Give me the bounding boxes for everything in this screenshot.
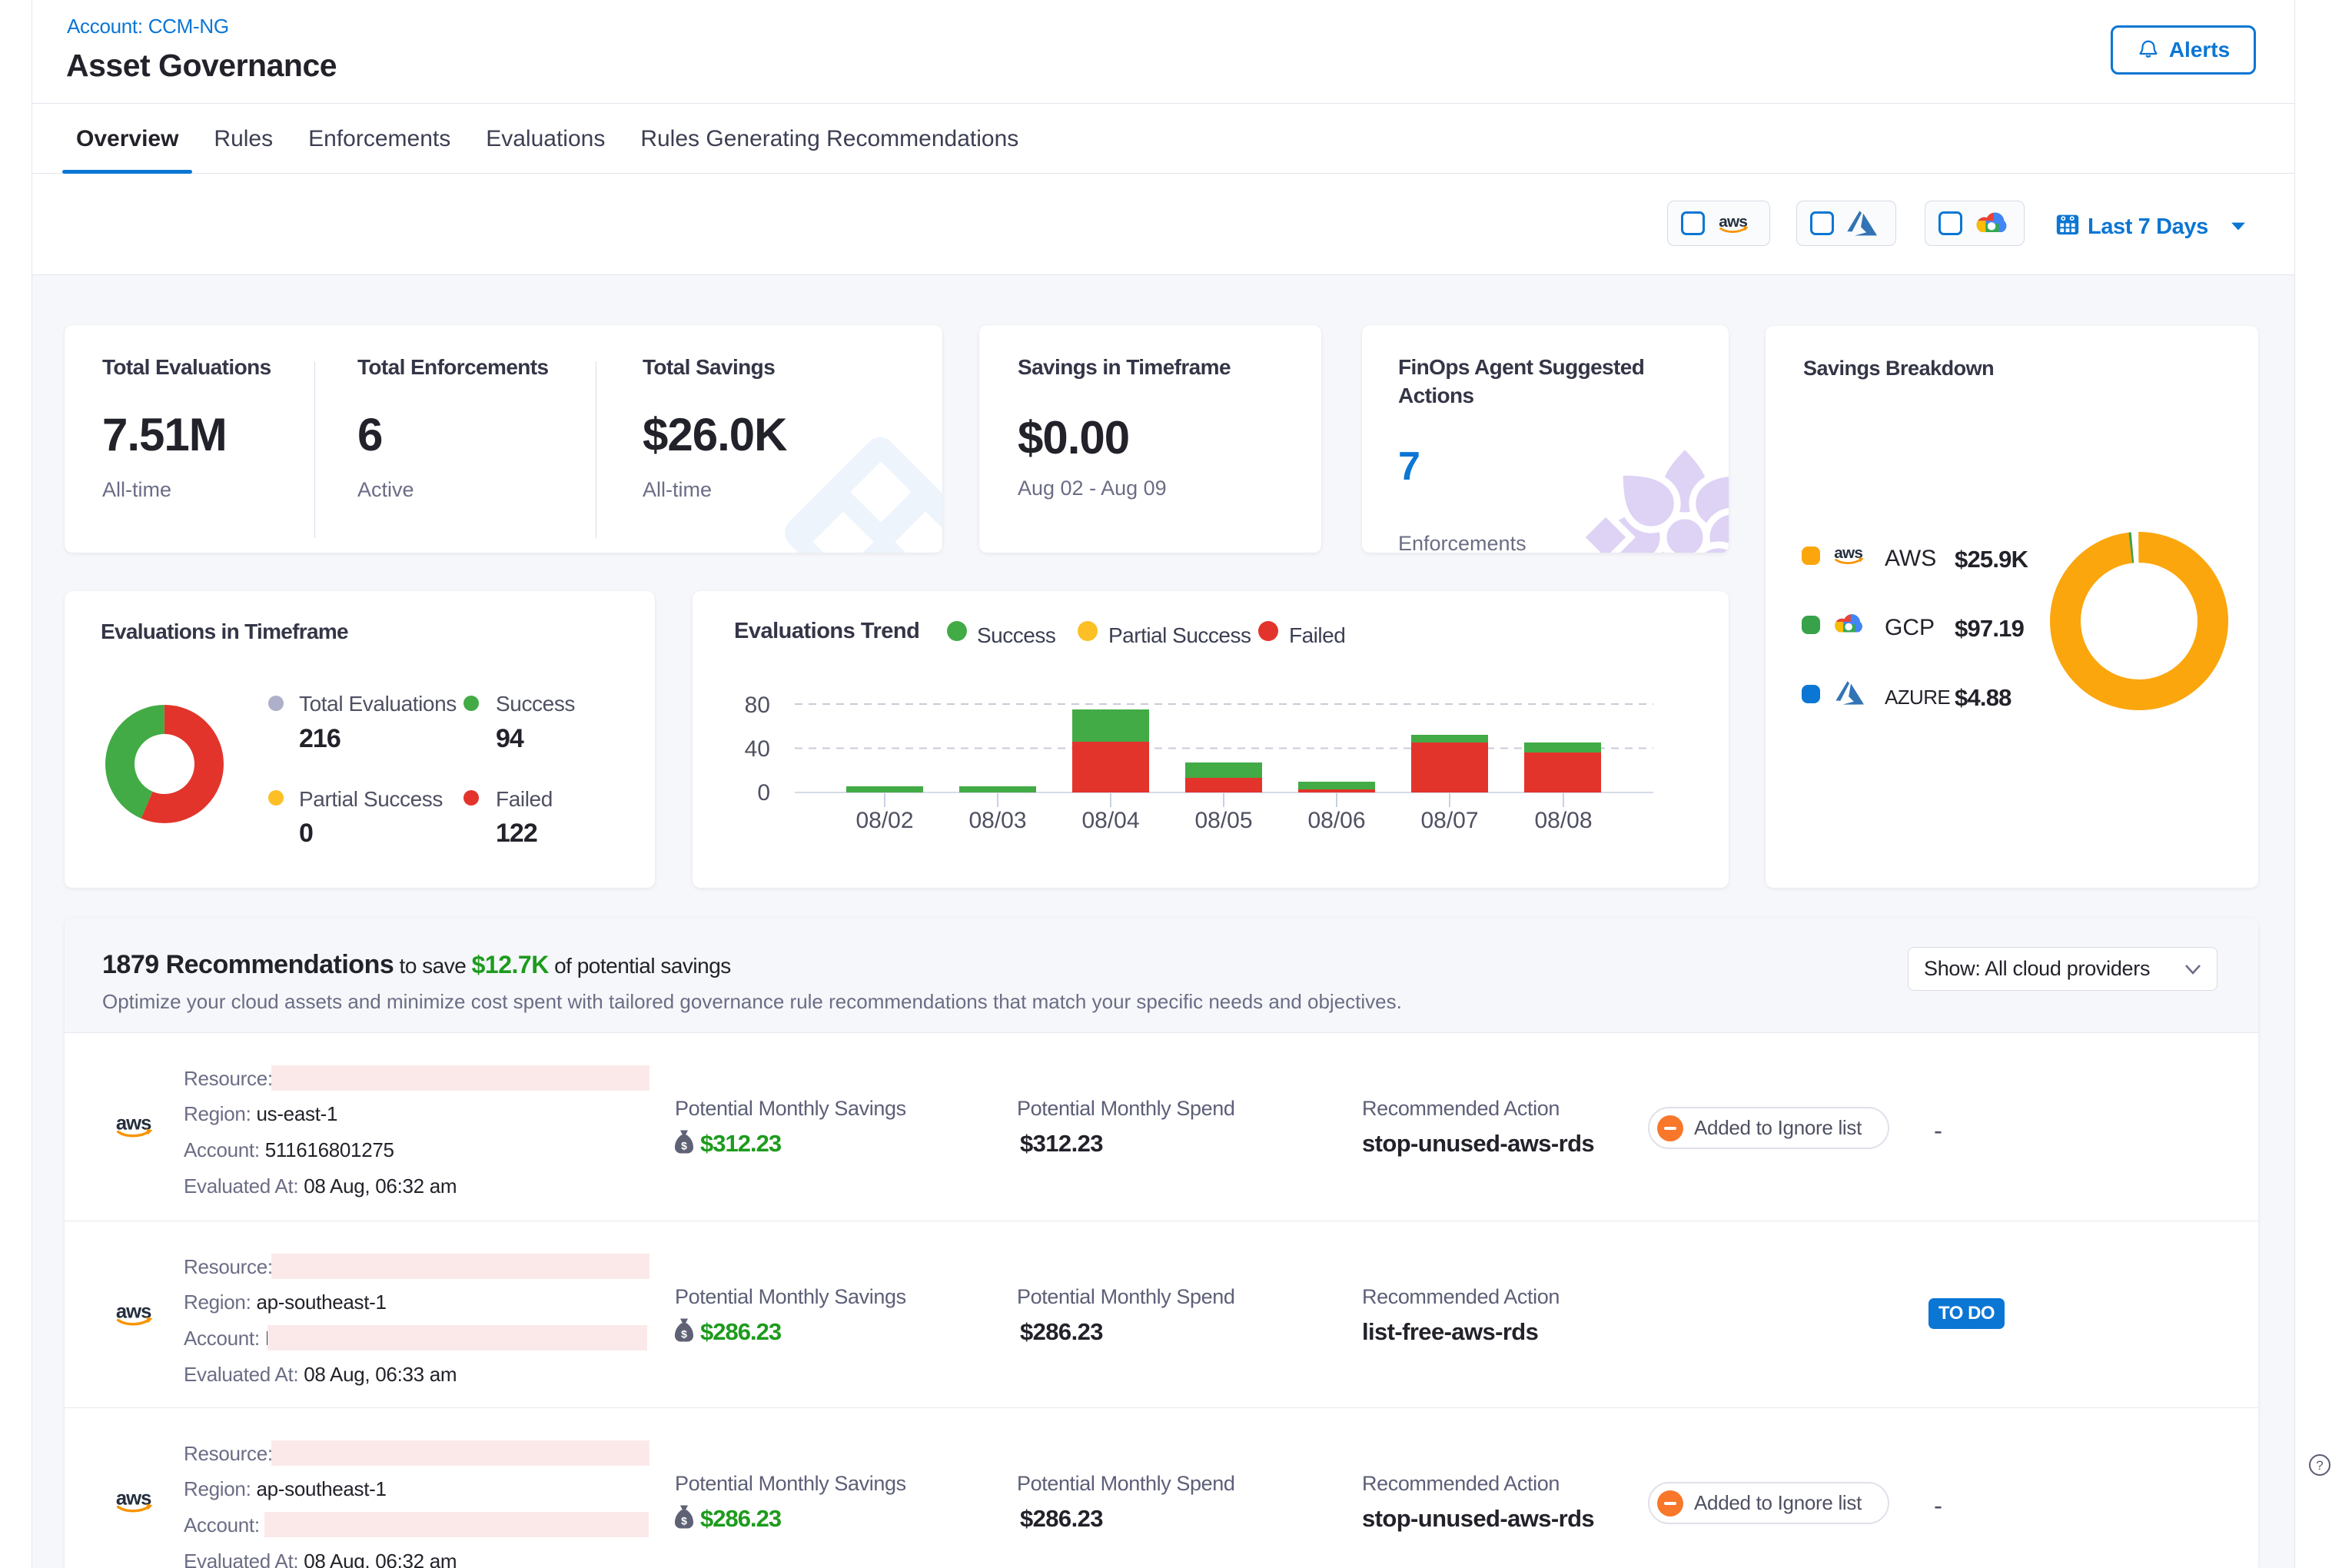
- svg-text:aws: aws: [116, 1488, 151, 1510]
- svg-text:08/03: 08/03: [968, 808, 1026, 833]
- svg-text:0: 0: [757, 780, 770, 806]
- svg-text:08/06: 08/06: [1307, 808, 1365, 833]
- svg-text:aws: aws: [1834, 544, 1862, 562]
- svg-text:08/02: 08/02: [855, 808, 913, 833]
- svg-text:08/08: 08/08: [1534, 808, 1592, 833]
- svg-text:$: $: [681, 1515, 687, 1527]
- svg-text:40: 40: [745, 736, 770, 762]
- svg-text:80: 80: [745, 693, 770, 718]
- svg-text:aws: aws: [1719, 213, 1747, 231]
- svg-text:$: $: [681, 1328, 687, 1340]
- svg-text:08/04: 08/04: [1081, 808, 1139, 833]
- svg-text:08/05: 08/05: [1194, 808, 1252, 833]
- svg-text:08/07: 08/07: [1420, 808, 1478, 833]
- svg-text:aws: aws: [116, 1113, 151, 1134]
- svg-text:?: ?: [2316, 1458, 2323, 1473]
- svg-text:$: $: [681, 1140, 687, 1152]
- svg-text:aws: aws: [116, 1301, 151, 1323]
